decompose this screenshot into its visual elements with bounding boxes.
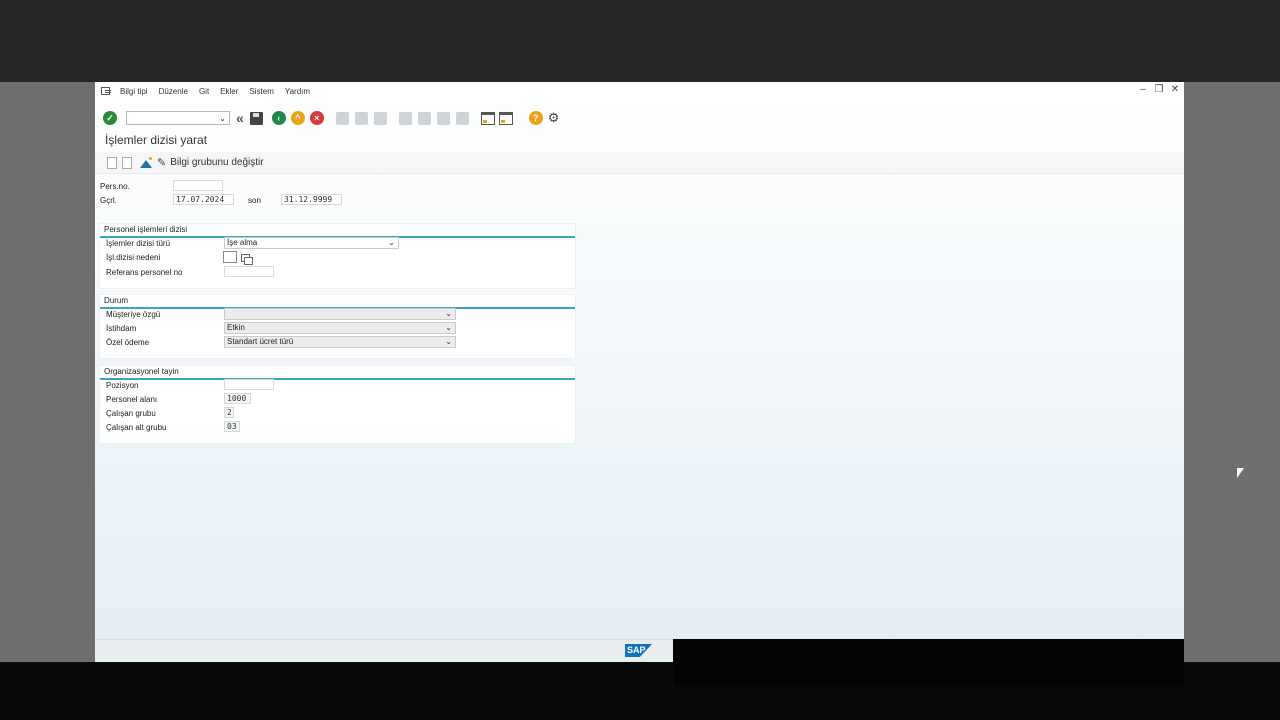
chevron-down-icon: ⌄ [445, 309, 452, 318]
gear-icon[interactable]: ⚙ [548, 110, 560, 126]
action-reason-label: İşl.dizisi nedeni [106, 253, 161, 262]
value-help-icon[interactable] [240, 253, 253, 265]
chevron-down-icon: ⌄ [445, 323, 452, 332]
ref-pers-label: Referans personel no [106, 268, 183, 277]
mouse-pointer-icon [1237, 468, 1245, 480]
close-icon[interactable]: ✕ [1170, 84, 1180, 95]
application-toolbar: ✎ Bilgi grubunu değiştir [95, 152, 1184, 174]
emp-subgroup-label: Çalışan alt grubu [106, 423, 167, 432]
group-divider [100, 378, 575, 380]
next-record-icon [122, 156, 132, 169]
restore-icon[interactable]: ❐ [1154, 84, 1164, 95]
pers-no-label: Pers.no. [100, 182, 130, 191]
black-overlay [673, 639, 1184, 687]
chevron-down-icon: ⌄ [445, 337, 452, 346]
end-date-field[interactable]: 31.12.9999 [281, 194, 342, 205]
position-label: Pozisyon [106, 381, 139, 390]
print-icon [335, 111, 349, 125]
emp-group-field: 2 [224, 407, 234, 418]
chevron-down-icon[interactable]: ⌄ [219, 114, 226, 123]
change-infogroup-button[interactable]: Bilgi grubunu değiştir [170, 157, 263, 168]
cancel-icon[interactable]: × [309, 111, 324, 125]
page-title: İşlemler dizisi yarat [105, 133, 208, 147]
start-date-field[interactable]: 17.07.2024 [173, 194, 234, 205]
action-type-label: İşlemler dizisi türü [106, 239, 171, 248]
help-icon[interactable]: ? [528, 111, 543, 125]
menu-sistem[interactable]: Sistem [247, 87, 275, 96]
save-icon[interactable] [249, 111, 263, 125]
emp-subgroup-field: 03 [224, 421, 240, 432]
end-date-label: son [248, 196, 261, 205]
action-type-dropdown[interactable]: İşe alma ⌄ [224, 237, 399, 249]
special-pay-dropdown: Standart ücret türü ⌄ [224, 336, 456, 348]
first-page-icon [398, 111, 412, 125]
employment-value: Etkin [227, 323, 245, 332]
left-gray-margin [0, 82, 95, 662]
group-status-title: Durum [104, 296, 129, 305]
special-pay-label: Özel ödeme [106, 338, 150, 347]
find-icon [354, 111, 368, 125]
right-gray-margin [1184, 82, 1280, 662]
customer-specific-dropdown: ⌄ [224, 308, 456, 320]
pers-area-field: 1000 [224, 393, 251, 404]
window-controls: – ❐ ✕ [1138, 84, 1180, 95]
group-personnel-actions-title: Personel işlemleri dizisi [104, 225, 188, 234]
group-personnel-actions: Personel işlemleri dizisi [99, 223, 576, 289]
double-chevron-left-icon[interactable]: « [236, 110, 244, 126]
previous-record-icon [107, 156, 117, 169]
sap-logo: SAP [625, 644, 652, 657]
menu-duzenle[interactable]: Düzenle [157, 87, 190, 96]
find-next-icon [373, 111, 387, 125]
action-reason-field[interactable] [223, 251, 237, 263]
pers-no-field[interactable] [173, 180, 223, 191]
standard-toolbar: ✓ ⌄ « ‹ ^ × ? ⚙ [95, 106, 1184, 130]
pencil-icon[interactable]: ✎ [157, 156, 166, 169]
menu-yardim[interactable]: Yardım [283, 87, 312, 96]
back-icon[interactable]: ‹ [271, 111, 286, 125]
start-date-label: Gçrl. [100, 196, 117, 205]
action-type-value: İşe alma [227, 238, 258, 247]
next-page-icon [436, 111, 450, 125]
chevron-down-icon[interactable]: ⌄ [388, 238, 395, 248]
employment-dropdown: Etkin ⌄ [224, 322, 456, 334]
menu-bar: Bilgi tipi Düzenle Git Ekler Sistem Yard… [95, 82, 1184, 100]
top-black-band [0, 0, 1280, 82]
exit-icon[interactable]: ^ [290, 111, 305, 125]
last-page-icon [455, 111, 469, 125]
image-icon[interactable] [140, 157, 152, 168]
ref-pers-field[interactable] [224, 266, 274, 277]
sap-gui-window: Bilgi tipi Düzenle Git Ekler Sistem Yard… [95, 82, 1184, 662]
menu-bilgi-tipi[interactable]: Bilgi tipi [118, 87, 150, 96]
position-field[interactable] [224, 379, 274, 390]
menu-ekler[interactable]: Ekler [218, 87, 240, 96]
previous-page-icon [417, 111, 431, 125]
emp-group-label: Çalışan grubu [106, 409, 156, 418]
group-org-assignment-title: Organizasyonel tayin [104, 367, 179, 376]
menu-git[interactable]: Git [197, 87, 211, 96]
special-pay-value: Standart ücret türü [227, 337, 294, 346]
minimize-icon[interactable]: – [1138, 84, 1148, 95]
employment-label: İstihdam [106, 324, 137, 333]
shortcut-icon[interactable] [498, 111, 513, 125]
system-menu-icon[interactable] [100, 86, 114, 96]
customer-specific-label: Müşteriye özgü [106, 310, 161, 319]
group-org-assignment: Organizasyonel tayin [99, 365, 576, 444]
new-session-icon[interactable] [480, 111, 495, 125]
enter-check-icon[interactable]: ✓ [103, 111, 117, 125]
command-field[interactable]: ⌄ [126, 111, 230, 125]
pers-area-label: Personel alanı [106, 395, 158, 404]
